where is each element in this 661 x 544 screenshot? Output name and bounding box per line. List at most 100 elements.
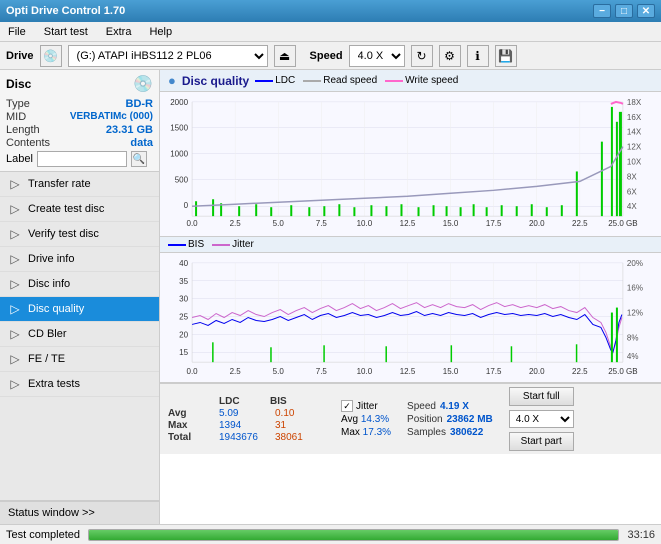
nav-transfer-rate-label: Transfer rate bbox=[28, 178, 91, 190]
svg-text:12.5: 12.5 bbox=[400, 367, 416, 376]
nav-create-label: Create test disc bbox=[28, 203, 104, 215]
nav-extra-tests[interactable]: ▷ Extra tests bbox=[0, 372, 159, 397]
status-text: Test completed bbox=[6, 529, 80, 541]
stats-total-bis: 38061 bbox=[275, 432, 325, 443]
nav-create-test-disc[interactable]: ▷ Create test disc bbox=[0, 197, 159, 222]
disc-panel: Disc 💿 Type BD-R MID VERBATIMc (000) Len… bbox=[0, 70, 159, 172]
disc-contents-row: Contents data bbox=[6, 137, 153, 149]
legend-read-speed: Read speed bbox=[303, 75, 377, 86]
svg-text:6X: 6X bbox=[627, 187, 637, 196]
chart2-header: BIS Jitter bbox=[160, 237, 661, 253]
content-area: ● Disc quality LDC Read speed Write spee… bbox=[160, 70, 661, 524]
nav-cd-bler-icon: ▷ bbox=[8, 327, 22, 341]
svg-text:7.5: 7.5 bbox=[316, 219, 328, 228]
window-controls: − □ ✕ bbox=[593, 4, 655, 18]
nav-drive-info[interactable]: ▷ Drive info bbox=[0, 247, 159, 272]
refresh-button[interactable]: ↻ bbox=[411, 45, 433, 67]
menubar: File Start test Extra Help bbox=[0, 22, 661, 42]
svg-text:1000: 1000 bbox=[170, 150, 188, 159]
nav-verify-icon: ▷ bbox=[8, 227, 22, 241]
close-button[interactable]: ✕ bbox=[637, 4, 655, 18]
eject-button[interactable]: ⏏ bbox=[274, 45, 296, 67]
disc-mid-row: MID VERBATIMc (000) bbox=[6, 111, 153, 123]
titlebar: Opti Drive Control 1.70 − □ ✕ bbox=[0, 0, 661, 22]
settings-button[interactable]: ⚙ bbox=[439, 45, 461, 67]
stats-avg-bis: 0.10 bbox=[275, 408, 325, 419]
svg-text:12.5: 12.5 bbox=[400, 219, 416, 228]
minimize-button[interactable]: − bbox=[593, 4, 611, 18]
speed-select[interactable]: 4.0 X bbox=[349, 45, 405, 67]
speed-label: Speed bbox=[310, 50, 343, 62]
nav-verify-test-disc[interactable]: ▷ Verify test disc bbox=[0, 222, 159, 247]
nav-disc-quality[interactable]: ▷ Disc quality bbox=[0, 297, 159, 322]
svg-text:16%: 16% bbox=[627, 284, 643, 293]
save-button[interactable]: 💾 bbox=[495, 45, 517, 67]
status-window-button[interactable]: Status window >> bbox=[0, 502, 159, 524]
menu-help[interactable]: Help bbox=[145, 25, 176, 39]
info-button[interactable]: ℹ bbox=[467, 45, 489, 67]
chart1-legend: LDC Read speed Write speed bbox=[255, 75, 458, 86]
svg-text:10.0: 10.0 bbox=[357, 219, 373, 228]
label-search-button[interactable]: 🔍 bbox=[131, 151, 147, 167]
svg-text:15: 15 bbox=[179, 348, 188, 357]
disc-length-row: Length 23.31 GB bbox=[6, 124, 153, 136]
drivebar: Drive 💿 (G:) ATAPI iHBS112 2 PL06 ⏏ Spee… bbox=[0, 42, 661, 70]
disc-label-text: Label bbox=[6, 153, 33, 165]
stats-avg-ldc: 5.09 bbox=[219, 408, 269, 419]
nav-extra-label: Extra tests bbox=[28, 378, 80, 390]
disc-mid-value: VERBATIMc (000) bbox=[70, 111, 153, 123]
legend-bis-color bbox=[168, 244, 186, 246]
disc-mid-label: MID bbox=[6, 111, 26, 123]
speed-info: Speed 4.19 X Position 23862 MB Samples 3… bbox=[407, 401, 493, 438]
legend-write-speed: Write speed bbox=[385, 75, 458, 86]
nav-disc-info[interactable]: ▷ Disc info bbox=[0, 272, 159, 297]
svg-text:4%: 4% bbox=[627, 352, 639, 361]
svg-text:1500: 1500 bbox=[170, 124, 188, 133]
stats-max-label: Max bbox=[168, 420, 213, 431]
svg-text:15.0: 15.0 bbox=[443, 367, 459, 376]
nav-fe-te[interactable]: ▷ FE / TE bbox=[0, 347, 159, 372]
stats-max-row: Max 1394 31 bbox=[168, 420, 325, 431]
stats-total-label: Total bbox=[168, 432, 213, 443]
nav-transfer-rate[interactable]: ▷ Transfer rate bbox=[0, 172, 159, 197]
speed-row: Speed 4.19 X bbox=[407, 401, 493, 412]
svg-text:5.0: 5.0 bbox=[273, 219, 285, 228]
position-key: Position bbox=[407, 414, 443, 425]
jitter-checkbox[interactable]: ✓ bbox=[341, 400, 353, 412]
status-section: Status window >> bbox=[0, 500, 159, 524]
jitter-section: ✓ Jitter Avg 14.3% Max 17.3% bbox=[341, 400, 391, 438]
nav-cd-bler[interactable]: ▷ CD Bler bbox=[0, 322, 159, 347]
legend-ldc-color bbox=[255, 80, 273, 82]
nav-transfer-rate-icon: ▷ bbox=[8, 177, 22, 191]
svg-text:500: 500 bbox=[175, 175, 189, 184]
svg-text:10X: 10X bbox=[627, 158, 642, 167]
quality-icon: ● bbox=[168, 73, 176, 88]
start-part-button[interactable]: Start part bbox=[509, 432, 574, 451]
nav-disc-info-icon: ▷ bbox=[8, 277, 22, 291]
menu-file[interactable]: File bbox=[4, 25, 30, 39]
jitter-avg-row: Avg 14.3% bbox=[341, 414, 391, 425]
stats-total-row: Total 1943676 38061 bbox=[168, 432, 325, 443]
jitter-max-label: Max bbox=[341, 427, 363, 438]
svg-text:4X: 4X bbox=[627, 202, 637, 211]
legend-read-speed-label: Read speed bbox=[323, 75, 377, 86]
svg-text:5.0: 5.0 bbox=[273, 367, 285, 376]
statusbar: Test completed 33:16 bbox=[0, 524, 661, 544]
legend-jitter-label: Jitter bbox=[232, 239, 254, 250]
svg-text:40: 40 bbox=[179, 259, 188, 268]
menu-start-test[interactable]: Start test bbox=[40, 25, 92, 39]
speed-combo-select[interactable]: 4.0 X bbox=[509, 410, 574, 428]
disc-type-label: Type bbox=[6, 98, 30, 110]
nav-fe-te-label: FE / TE bbox=[28, 353, 65, 365]
svg-text:2000: 2000 bbox=[170, 98, 188, 107]
jitter-max-value: 17.3% bbox=[363, 427, 391, 438]
maximize-button[interactable]: □ bbox=[615, 4, 633, 18]
menu-extra[interactable]: Extra bbox=[102, 25, 136, 39]
svg-text:10.0: 10.0 bbox=[357, 367, 373, 376]
start-full-button[interactable]: Start full bbox=[509, 387, 574, 406]
disc-label-input[interactable] bbox=[37, 151, 127, 167]
nav-disc-quality-label: Disc quality bbox=[28, 303, 84, 315]
position-val: 23862 MB bbox=[447, 414, 493, 425]
drive-select[interactable]: (G:) ATAPI iHBS112 2 PL06 bbox=[68, 45, 268, 67]
svg-text:25.0 GB: 25.0 GB bbox=[608, 219, 637, 228]
